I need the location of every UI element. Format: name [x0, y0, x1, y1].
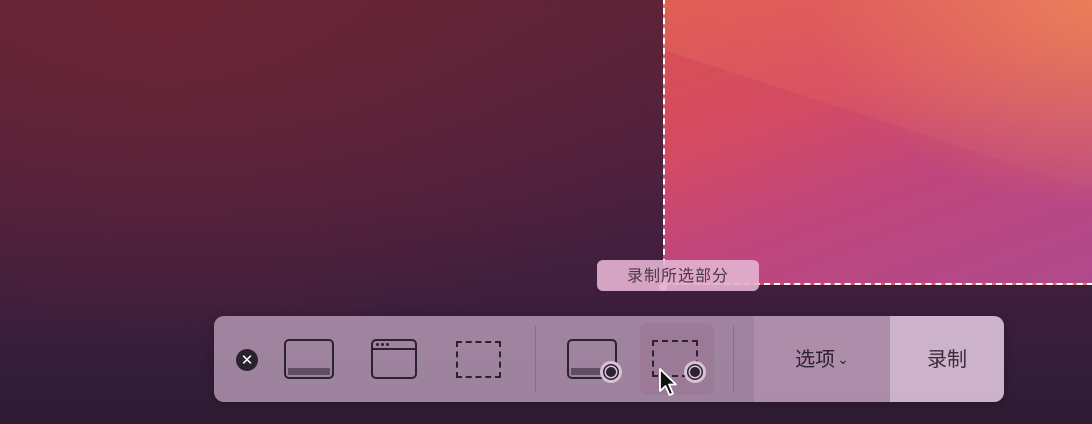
- options-label: 选项: [795, 347, 836, 371]
- record-button[interactable]: 录制: [890, 316, 1004, 402]
- divider: [733, 326, 734, 392]
- screenshot-toolbar: ✕ 选项 ⌄ 录制: [214, 316, 1004, 402]
- chevron-down-icon: ⌄: [837, 352, 849, 368]
- mouse-pointer-icon: [659, 368, 677, 396]
- window-capture-icon: [373, 341, 415, 350]
- capture-window-button[interactable]: [371, 339, 417, 379]
- record-dot-icon: [600, 361, 622, 383]
- selected-region[interactable]: [663, 0, 1092, 285]
- window-dot-icon: [376, 343, 379, 346]
- window-dot-icon: [381, 343, 384, 346]
- close-icon: ✕: [240, 351, 254, 369]
- capture-entire-screen-button[interactable]: [284, 339, 334, 379]
- screen-capture-icon: [288, 368, 330, 375]
- record-dot-icon: [684, 361, 706, 383]
- options-button[interactable]: 选项 ⌄: [754, 316, 890, 402]
- tooltip: 录制所选部分: [597, 260, 759, 291]
- record-label: 录制: [927, 347, 967, 371]
- close-button[interactable]: ✕: [236, 349, 258, 371]
- capture-selection-button[interactable]: [456, 341, 501, 378]
- divider: [535, 326, 536, 392]
- window-dot-icon: [386, 343, 389, 346]
- screen-record-icon: [571, 368, 601, 375]
